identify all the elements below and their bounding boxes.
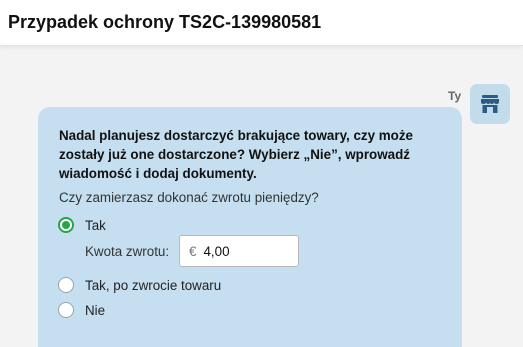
option-nie[interactable]: Nie: [58, 302, 105, 318]
radio-button[interactable]: [58, 277, 74, 293]
radio-button-selected[interactable]: [58, 217, 74, 233]
option-label: Tak: [85, 217, 106, 233]
option-tak-po-zwrocie[interactable]: Tak, po zwrocie towaru: [58, 277, 221, 293]
option-label: Tak, po zwrocie towaru: [85, 277, 222, 293]
refund-question: Czy zamierzasz dokonać zwrotu pieniędzy?: [59, 190, 319, 205]
avatar: [470, 84, 510, 124]
sender-label: Ty: [448, 89, 462, 103]
currency-symbol: €: [189, 243, 197, 259]
option-label: Nie: [85, 302, 106, 318]
option-tak[interactable]: Tak: [58, 217, 106, 233]
page-title: Przypadek ochrony TS2C-139980581: [8, 12, 322, 32]
page-header: Przypadek ochrony TS2C-139980581: [0, 0, 523, 46]
refund-amount-label: Kwota zwrotu:: [85, 244, 170, 259]
store-icon: [481, 95, 499, 113]
refund-amount-value: 4,00: [203, 243, 230, 259]
refund-amount-input[interactable]: € 4,00: [179, 235, 299, 267]
message-text: Nadal planujesz dostarczyć brakujące tow…: [59, 128, 413, 181]
radio-button[interactable]: [58, 302, 74, 318]
message-bubble: Nadal planujesz dostarczyć brakujące tow…: [38, 107, 462, 347]
